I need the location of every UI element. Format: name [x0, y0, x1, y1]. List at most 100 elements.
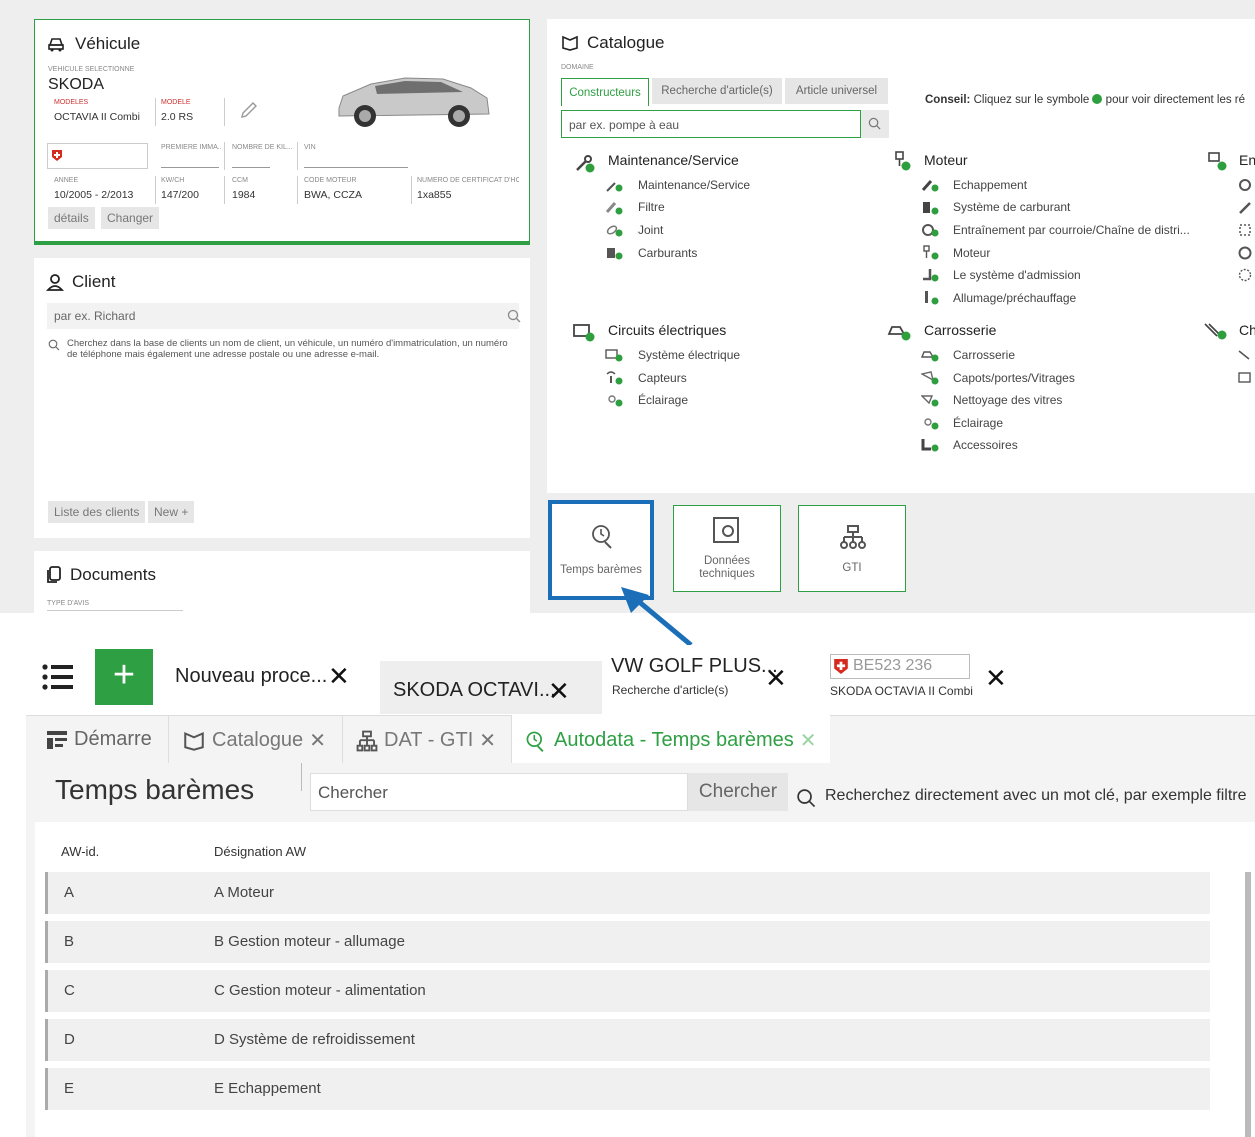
subtab-start[interactable]: Démarre: [46, 728, 152, 751]
labor-search-input[interactable]: Chercher: [310, 773, 688, 811]
group-maintenance-title[interactable]: Maintenance/Service: [608, 152, 739, 168]
item-maintenance-service[interactable]: Maintenance/Service: [638, 178, 750, 192]
annotation-arrow-icon: [621, 587, 693, 647]
engine-piston-icon: [895, 151, 911, 171]
item-fuel-system[interactable]: Système de carburant: [953, 200, 1070, 214]
tech-data-tile[interactable]: Données techniques: [673, 505, 781, 592]
tech-data-label-1: Données: [703, 555, 751, 567]
subtab-autodata-active[interactable]: Autodata - Temps barèmes ✕: [512, 715, 830, 765]
table-row[interactable]: A A Moteur: [45, 872, 1210, 914]
item-ignition[interactable]: Allumage/préchauffage: [953, 291, 1076, 305]
group-en-title[interactable]: En: [1239, 152, 1255, 168]
vehicle-make: SKODA: [48, 76, 105, 93]
engine-small-icon: [923, 245, 939, 260]
item-body-lighting[interactable]: Éclairage: [953, 416, 1003, 430]
group-body-title[interactable]: Carrosserie: [924, 322, 996, 338]
tab-vw-subtitle: Recherche d'article(s): [612, 683, 729, 697]
new-client-button[interactable]: New +: [148, 501, 195, 523]
vehicle-header: Véhicule: [47, 34, 140, 54]
row-aw-id: D: [64, 1031, 75, 1048]
wiper-icon: [921, 395, 939, 407]
item-intake-system[interactable]: Le système d'admission: [953, 268, 1081, 282]
close-icon[interactable]: ✕: [765, 665, 787, 691]
close-icon[interactable]: ✕: [328, 663, 350, 689]
dashboard-screenshot: Véhicule VÉHICULE SÉLECTIONNÉ SKODA MODÈ…: [0, 0, 1255, 613]
swiss-flag-icon: [52, 150, 62, 161]
new-process-plus-button[interactable]: +: [95, 649, 153, 705]
table-row[interactable]: E E Echappement: [45, 1068, 1210, 1110]
client-list-button[interactable]: Liste des clients: [48, 501, 146, 523]
table-row[interactable]: C C Gestion moteur - alimentation: [45, 970, 1210, 1012]
edit-pencil-icon[interactable]: [239, 100, 259, 120]
catalogue-search-input[interactable]: par ex. pompe à eau: [561, 110, 861, 138]
tab-universal-article[interactable]: Article universel: [785, 78, 888, 104]
labor-search-button[interactable]: Chercher: [688, 773, 788, 811]
exhaust-icon: [921, 180, 939, 192]
table-scrollbar[interactable]: [1245, 872, 1251, 1137]
tab-constructeurs[interactable]: Constructeurs: [561, 78, 649, 106]
gti-tile[interactable]: GTI: [798, 505, 906, 592]
model-value[interactable]: 2.0 RS: [161, 111, 193, 123]
row-aw-id: B: [64, 933, 75, 950]
cert-value: 1xa855: [417, 189, 452, 201]
tab-vw-title[interactable]: VW GOLF PLUS...: [611, 655, 778, 678]
tab-skoda-active[interactable]: SKODA OCTAVI... ✕: [380, 661, 602, 714]
catalogue-header: Catalogue: [561, 33, 665, 53]
documents-title: Documents: [70, 565, 156, 584]
subtab-catalogue[interactable]: Catalogue ✕: [182, 728, 326, 753]
item-belt-drive[interactable]: Entraînement par courroie/Chaîne de dist…: [953, 223, 1190, 237]
subtab-dat-gti[interactable]: DAT - GTI ✕: [356, 728, 496, 753]
close-icon[interactable]: ✕: [800, 728, 817, 753]
menu-list-icon[interactable]: [42, 664, 74, 690]
cog-icon: [1238, 268, 1252, 282]
close-icon[interactable]: ✕: [309, 728, 326, 753]
item-fuels[interactable]: Carburants: [638, 246, 697, 260]
plus-icon: +: [112, 654, 136, 696]
tool-icon: [1239, 202, 1251, 214]
models-value[interactable]: OCTAVIA II Combi: [54, 111, 140, 123]
documents-header: Documents: [46, 565, 156, 585]
item-doors-glass[interactable]: Capots/portes/Vitrages: [953, 371, 1075, 385]
lighting-body-icon: [924, 418, 939, 430]
group-engine-title[interactable]: Moteur: [924, 152, 968, 168]
details-button[interactable]: détails: [48, 207, 95, 229]
subtab-catalogue-label: Catalogue: [212, 729, 304, 751]
item-window-cleaning[interactable]: Nettoyage des vitres: [953, 393, 1062, 407]
item-filter[interactable]: Filtre: [638, 200, 665, 214]
plus-icon: +: [181, 505, 189, 519]
item-lighting[interactable]: Éclairage: [638, 393, 688, 407]
client-panel: Client par ex. Richard Cherchez dans la …: [34, 258, 530, 538]
table-row[interactable]: B B Gestion moteur - allumage: [45, 921, 1210, 963]
item-exhaust[interactable]: Echappement: [953, 178, 1027, 192]
item-joint[interactable]: Joint: [638, 223, 663, 237]
chain-icon: [1239, 224, 1251, 236]
table-row[interactable]: D D Système de refroidissement: [45, 1019, 1210, 1061]
cert-label: NUMÉRO DE CERTIFICAT D'HO...: [417, 177, 519, 184]
search-icon[interactable]: [507, 309, 521, 323]
electrical-icon: [573, 324, 595, 342]
tab-new-process[interactable]: Nouveau proce...: [175, 665, 327, 688]
close-icon[interactable]: ✕: [479, 728, 496, 753]
client-search-input[interactable]: par ex. Richard: [47, 303, 521, 329]
gti-label: GTI: [842, 562, 862, 574]
item-sensors[interactable]: Capteurs: [638, 371, 687, 385]
close-icon[interactable]: ✕: [985, 665, 1007, 691]
item-accessories[interactable]: Accessoires: [953, 438, 1018, 452]
close-icon[interactable]: ✕: [548, 678, 570, 704]
change-vehicle-button[interactable]: Changer: [101, 207, 160, 229]
hint-search-icon: [48, 339, 60, 351]
group-ch-title[interactable]: Ch: [1239, 322, 1255, 338]
plate-input[interactable]: [47, 143, 148, 169]
labor-page-title: Temps barèmes: [55, 774, 255, 805]
tip-bold: Conseil:: [925, 94, 971, 106]
hierarchy-icon: [356, 730, 378, 751]
engine-code-label: CODE MOTEUR: [304, 177, 357, 184]
plate-tab[interactable]: BE523 236: [830, 654, 970, 679]
tab-article-search[interactable]: Recherche d'article(s): [652, 78, 782, 104]
item-engine[interactable]: Moteur: [953, 246, 990, 260]
electric-system-icon: [605, 349, 623, 362]
catalogue-search-button[interactable]: [861, 110, 889, 138]
group-electrical-title[interactable]: Circuits électriques: [608, 322, 726, 338]
item-body[interactable]: Carrosserie: [953, 348, 1015, 362]
item-electrical-system[interactable]: Système électrique: [638, 348, 740, 362]
